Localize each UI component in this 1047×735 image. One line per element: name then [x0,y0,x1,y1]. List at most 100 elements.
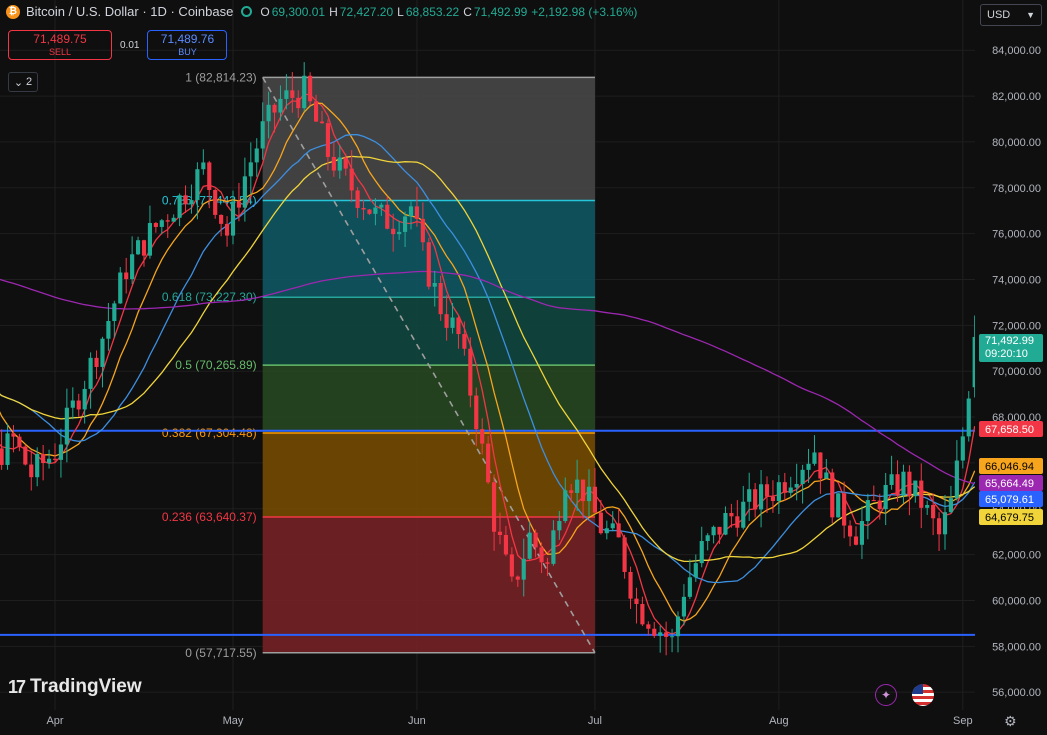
candle-body [895,474,900,496]
candle-body [414,206,420,219]
candle-body [711,526,716,536]
fib-zone [262,365,595,433]
candle-body [361,207,366,210]
open-key: O [260,4,270,19]
candle-body [575,479,580,493]
sparkle-icon[interactable]: ✦ [875,684,897,706]
candle-body [931,504,936,519]
candle-body [669,636,675,638]
candle-body [847,525,853,537]
candle-body [266,104,271,122]
price-axis-tick-label: 58,000.00 [992,641,1041,653]
candle-body [402,216,408,232]
indicators-toggle-button[interactable]: ⌄ 2 [8,72,38,92]
candle-body [539,547,544,563]
candle-body [907,471,912,497]
candle-body [693,563,698,578]
candle-body [64,407,69,445]
candle-body [153,223,158,227]
ohlc-values: O 69,300.01 H 72,427.20 L 68,853.22 C 71,492… [260,5,639,19]
currency-select[interactable]: USD ▼ [980,4,1042,26]
candle-body [165,220,170,222]
candle-body [444,314,449,328]
currency-value: USD [987,9,1011,21]
time-axis-tick-label: Apr [46,715,63,727]
candle-body [397,231,402,235]
candle-body [545,562,550,564]
candle-body [948,498,954,513]
candle-body [681,596,687,617]
candle-body [853,536,859,545]
candle-body [438,282,443,315]
candle-body [248,162,253,177]
gear-icon[interactable]: ⚙ [1004,713,1017,730]
candle-body [735,516,740,528]
candle-body [373,207,378,214]
candle-body [290,90,295,98]
candle-body [88,357,93,389]
price-chart[interactable]: 1 (82,814.23)0.786 (77,443.54)0.618 (73,… [0,0,1047,735]
candle-body [687,577,692,597]
candle-body [0,448,4,465]
candle-body [818,452,823,479]
candle-body [58,444,64,460]
candle-body [616,523,621,538]
candle-body [824,472,829,479]
candle-body [385,204,390,229]
candle-body [432,282,437,287]
symbol-title[interactable]: Bitcoin / U.S. Dollar · 1D · Coinbase [26,4,233,19]
candle-body [925,504,930,508]
price-axis-tick-label: 82,000.00 [992,91,1041,103]
candle-body [82,388,87,410]
candle-body [260,121,265,149]
tradingview-logo[interactable]: 17 TradingView [8,676,142,698]
candle-body [124,272,129,280]
candle-body [236,201,242,208]
price-label-text: 66,046.94 [985,461,1034,473]
candle-body [503,535,509,555]
symbol-header: ₿ Bitcoin / U.S. Dollar · 1D · Coinbase … [6,4,639,19]
chevron-down-icon: ▼ [1026,10,1035,20]
candle-body [331,156,336,171]
candle-body [367,209,372,214]
candle-body [580,479,586,502]
candle-body [551,530,556,564]
candle-body [11,433,16,437]
candle-body [800,469,805,484]
candle-body [598,512,603,534]
candle-body [865,500,870,522]
candle-body [319,121,325,124]
indicators-count: 2 [26,76,33,88]
candle-body [782,482,787,493]
candle-body [776,482,781,502]
candle-body [201,162,206,170]
candle-body [486,443,491,483]
fib-level-label: 1 (82,814.23) [185,70,256,84]
candle-body [586,486,592,502]
buy-button[interactable]: 71,489.76 BUY [147,30,228,60]
fib-zone [262,517,595,653]
us-flag-icon[interactable] [912,684,934,706]
candle-body [741,501,746,528]
candle-body [753,489,758,510]
candle-body [628,571,633,599]
candle-body [491,482,497,532]
candle-body [747,489,752,502]
candle-body [118,272,123,304]
candle-body [272,104,277,113]
candle-body [729,513,734,517]
bitcoin-icon: ₿ [6,4,20,19]
high-key: H [329,4,338,19]
candle-body [23,446,28,465]
candle-body [141,240,147,256]
candle-body [723,513,728,535]
candle-body [177,195,182,218]
candle-body [806,463,811,470]
tradingview-mark-icon: 17 [8,676,26,697]
candle-body [646,624,651,629]
sell-button[interactable]: 71,489.75 SELL [8,30,112,60]
spread-value: 0.01 [120,39,140,51]
fib-zone [262,297,595,366]
candle-body [764,484,770,497]
price-label-text: 65,664.49 [985,478,1034,490]
